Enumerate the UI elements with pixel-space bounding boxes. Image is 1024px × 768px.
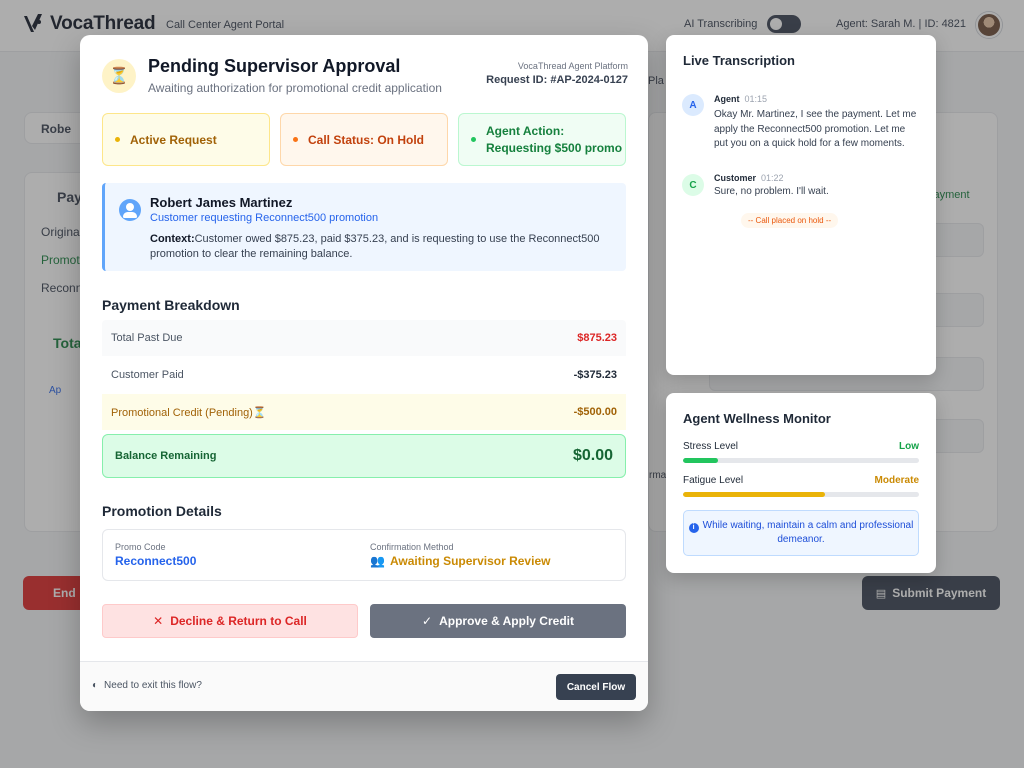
breakdown-value: -$375.23 xyxy=(573,369,617,381)
customer-info-box: Robert James Martinez Customer requestin… xyxy=(102,183,626,271)
approve-label: Approve & Apply Credit xyxy=(439,614,574,628)
status-agent-line1: Agent Action: xyxy=(486,123,565,138)
confirmation-method-label: Confirmation Method xyxy=(370,542,454,552)
wellness-title: Agent Wellness Monitor xyxy=(683,411,831,426)
message-text: Sure, no problem. I'll wait. xyxy=(714,186,829,197)
status-dot-icon xyxy=(115,137,120,142)
status-agent-text: Agent Action: Requesting $500 promo xyxy=(486,123,622,157)
promotion-details-box: Promo Code Reconnect500 Confirmation Met… xyxy=(102,529,626,581)
shield-icon: ◐ xyxy=(92,680,99,691)
modal-title: Pending Supervisor Approval xyxy=(148,56,401,76)
wellness-tip-text: While waiting, maintain a calm and profe… xyxy=(702,520,914,545)
stress-value: Low xyxy=(899,441,919,452)
breakdown-label-text: Promotional Credit (Pending) xyxy=(111,406,253,419)
supervisor-icon: 👥 xyxy=(370,554,385,568)
fatigue-bar-fill xyxy=(683,492,825,497)
close-icon: ✕ xyxy=(153,614,164,628)
exit-hint: ◐ Need to exit this flow? xyxy=(92,680,202,691)
wellness-tip: i While waiting, maintain a calm and prof… xyxy=(683,510,919,556)
request-id: Request ID: #AP-2024-0127 xyxy=(486,74,628,86)
speaker-name: Agent xyxy=(714,94,740,104)
fatigue-bar xyxy=(683,492,919,497)
message-time: 01:22 xyxy=(761,173,784,183)
balance-value: $0.00 xyxy=(572,447,613,464)
message-time: 01:15 xyxy=(744,94,768,104)
modal-footer: ◐ Need to exit this flow? Cancel Flow xyxy=(80,661,648,711)
confirmation-method-value: 👥 Awaiting Supervisor Review xyxy=(370,554,550,568)
supervisor-approval-modal: ⏳ Pending Supervisor Approval Awaiting a… xyxy=(80,35,648,711)
customer-context: Context:Customer owed $875.23, paid $375… xyxy=(150,232,610,262)
live-transcription-panel: Live Transcription A Agent 01:15 Okay Mr.… xyxy=(666,35,936,375)
hourglass-icon: ⏳ xyxy=(252,406,267,419)
customer-name: Robert James Martinez xyxy=(150,195,293,210)
promo-code-value: Reconnect500 xyxy=(115,554,197,568)
live-transcription-title: Live Transcription xyxy=(683,53,795,68)
confirmation-method-text: Awaiting Supervisor Review xyxy=(389,554,551,568)
stress-label: Stress Level xyxy=(683,441,739,452)
context-text: Customer owed $875.23, paid $375.23, and… xyxy=(150,233,600,260)
promo-code-label: Promo Code xyxy=(115,542,166,552)
breakdown-value: $875.23 xyxy=(577,332,617,344)
customer-request: Customer requesting Reconnect500 promoti… xyxy=(150,212,379,224)
status-call-label: Call Status: On Hold xyxy=(308,132,425,147)
breakdown-label: Customer Paid xyxy=(111,369,184,381)
message-speaker: Agent 01:15 xyxy=(714,94,767,104)
transcription-feed[interactable]: A Agent 01:15 Okay Mr. Martinez, I see th… xyxy=(676,85,926,365)
balance-label: Balance Remaining xyxy=(115,450,217,462)
approve-button[interactable]: ✓ Approve & Apply Credit xyxy=(370,604,626,638)
status-agent-action: Agent Action: Requesting $500 promo xyxy=(458,113,626,166)
breakdown-row: Promotional Credit (Pending)⏳ -$500.00 xyxy=(102,394,626,430)
promotion-details-title: Promotion Details xyxy=(102,503,222,519)
hold-note: -- Call placed on hold -- xyxy=(741,213,839,228)
exit-hint-text: Need to exit this flow? xyxy=(104,680,202,691)
payment-breakdown-title: Payment Breakdown xyxy=(102,297,240,313)
breakdown-label: Promotional Credit (Pending)⏳ xyxy=(111,406,267,419)
status-agent-line2: Requesting $500 promo xyxy=(486,140,623,155)
status-active-request: Active Request xyxy=(102,113,270,166)
fatigue-value: Moderate xyxy=(874,475,919,486)
fatigue-label: Fatigue Level xyxy=(683,475,744,486)
stress-bar xyxy=(683,458,919,463)
cancel-flow-button[interactable]: Cancel Flow xyxy=(556,674,636,700)
customer-avatar-badge: C xyxy=(682,174,704,196)
speaker-name: Customer xyxy=(714,173,757,183)
status-dot-icon xyxy=(293,137,298,142)
info-icon: i xyxy=(688,523,699,533)
agent-wellness-panel: Agent Wellness Monitor Stress Level Low … xyxy=(666,393,936,573)
message-text: Okay Mr. Martinez, I see the payment. Le… xyxy=(714,109,917,149)
breakdown-row: Total Past Due $875.23 xyxy=(102,320,626,356)
status-dot-icon xyxy=(471,137,476,142)
agent-avatar-badge: A xyxy=(682,94,704,116)
decline-label: Decline & Return to Call xyxy=(170,614,307,628)
stress-bar-fill xyxy=(683,458,719,463)
breakdown-label: Total Past Due xyxy=(111,332,183,344)
message-speaker: Customer 01:22 xyxy=(714,173,784,183)
balance-remaining-row: Balance Remaining $0.00 xyxy=(102,434,626,478)
breakdown-row: Customer Paid -$375.23 xyxy=(102,357,626,393)
status-call-hold: Call Status: On Hold xyxy=(280,113,448,166)
status-active-label: Active Request xyxy=(130,132,217,147)
user-icon xyxy=(119,199,141,221)
check-icon: ✓ xyxy=(422,614,433,628)
modal-subtitle: Awaiting authorization for promotional c… xyxy=(148,81,442,95)
hourglass-icon: ⏳ xyxy=(102,59,136,93)
context-label: Context: xyxy=(150,233,195,245)
platform-label: VocaThread Agent Platform xyxy=(517,61,628,71)
decline-button[interactable]: ✕ Decline & Return to Call xyxy=(102,604,358,638)
breakdown-value: -$500.00 xyxy=(573,406,617,418)
